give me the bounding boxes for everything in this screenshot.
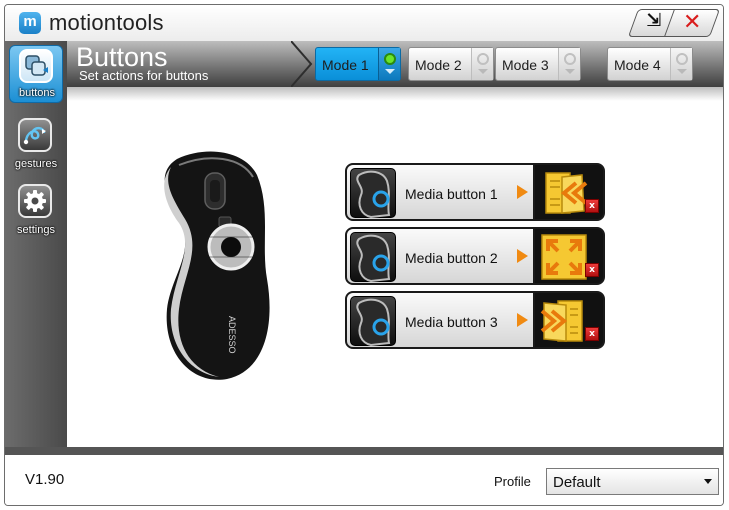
media-button-1-row[interactable]: Media button 1 x [345, 163, 605, 221]
chevron-down-icon [704, 479, 712, 484]
media-button-label: Media button 3 [405, 314, 498, 330]
mode-label: Mode 2 [415, 57, 462, 73]
media-button-2[interactable]: Media button 2 [345, 227, 535, 285]
fullscreen-arrows-icon [541, 234, 587, 280]
sidebar: buttons gestures settings [5, 41, 67, 455]
mouse-thumbnail-icon [350, 296, 396, 347]
remove-action-button[interactable]: x [585, 263, 599, 277]
media-button-2-row[interactable]: Media button 2 x [345, 227, 605, 285]
media-action-slot[interactable]: x [533, 291, 605, 349]
mode-indicator [558, 48, 580, 80]
media-action-slot[interactable]: x [533, 227, 605, 285]
chevron-down-icon [565, 69, 575, 74]
mouse-thumbnail-icon [350, 232, 396, 283]
close-button[interactable]: ✕ [663, 9, 721, 37]
mode-led-icon [477, 53, 489, 65]
mouse-thumbnail-icon [350, 168, 396, 219]
media-button-3-row[interactable]: Media button 3 x [345, 291, 605, 349]
sidebar-item-gestures[interactable]: gestures [9, 115, 63, 173]
forward-pages-icon [540, 300, 583, 342]
sidebar-item-settings[interactable]: settings [9, 181, 63, 239]
sidebar-item-label: gestures [14, 158, 58, 170]
assign-arrow-icon [517, 249, 528, 263]
tab-mode-1[interactable]: Mode 1 [315, 47, 401, 81]
profile-selected-value: Default [553, 474, 601, 491]
mode-led-icon [384, 53, 396, 65]
media-action-slot[interactable]: x [533, 163, 605, 221]
profile-label: Profile [494, 474, 531, 489]
mode-led-icon [676, 53, 688, 65]
title-bar: m motiontools ⇲ ✕ [5, 5, 723, 41]
content-bottom-bar [5, 447, 723, 455]
mouse-image: ADESSO [164, 151, 270, 380]
chevron-down-icon [385, 69, 395, 74]
gear-icon [18, 184, 52, 218]
mode-indicator [670, 48, 692, 80]
buttons-icon [19, 49, 53, 83]
assign-arrow-icon [517, 185, 528, 199]
app-title: motiontools [49, 10, 164, 35]
page-header: Buttons Set actions for buttons Mode 1 M… [67, 41, 723, 87]
media-button-label: Media button 2 [405, 250, 498, 266]
mode-label: Mode 3 [502, 57, 549, 73]
chevron-down-icon [677, 69, 687, 74]
tab-mode-3[interactable]: Mode 3 [495, 47, 581, 81]
header-chevron-icon [291, 41, 313, 87]
remove-action-button[interactable]: x [585, 327, 599, 341]
remove-action-button[interactable]: x [585, 199, 599, 213]
version-label: V1.90 [25, 471, 65, 488]
sidebar-item-buttons[interactable]: buttons [9, 45, 63, 103]
app-window: m motiontools ⇲ ✕ buttons gestures setti… [4, 4, 724, 506]
media-button-1[interactable]: Media button 1 [345, 163, 535, 221]
mode-indicator [471, 48, 493, 80]
content-area: ADESSO Media button 1 x Media button 2 x… [67, 101, 723, 447]
rewind-pages-icon [545, 172, 588, 214]
sidebar-item-label: buttons [18, 87, 56, 99]
content-gradient [67, 87, 723, 101]
assign-arrow-icon [517, 313, 528, 327]
close-icon: ✕ [682, 10, 702, 35]
window-controls: ⇲ ✕ [627, 9, 721, 37]
chevron-down-icon [478, 69, 488, 74]
media-button-3[interactable]: Media button 3 [345, 291, 535, 349]
page-subtitle: Set actions for buttons [79, 68, 209, 83]
sidebar-item-label: settings [17, 224, 55, 236]
mode-indicator [378, 48, 400, 80]
tab-mode-4[interactable]: Mode 4 [607, 47, 693, 81]
gestures-icon [18, 118, 52, 152]
tab-mode-2[interactable]: Mode 2 [408, 47, 494, 81]
footer: V1.90 Profile Default [5, 455, 723, 505]
mode-led-icon [564, 53, 576, 65]
profile-select[interactable]: Default [546, 468, 719, 495]
mouse-brand-text: ADESSO [227, 316, 237, 354]
mode-label: Mode 4 [614, 57, 661, 73]
mode-label: Mode 1 [322, 57, 369, 73]
media-button-label: Media button 1 [405, 186, 498, 202]
app-logo-icon: m [19, 12, 41, 34]
